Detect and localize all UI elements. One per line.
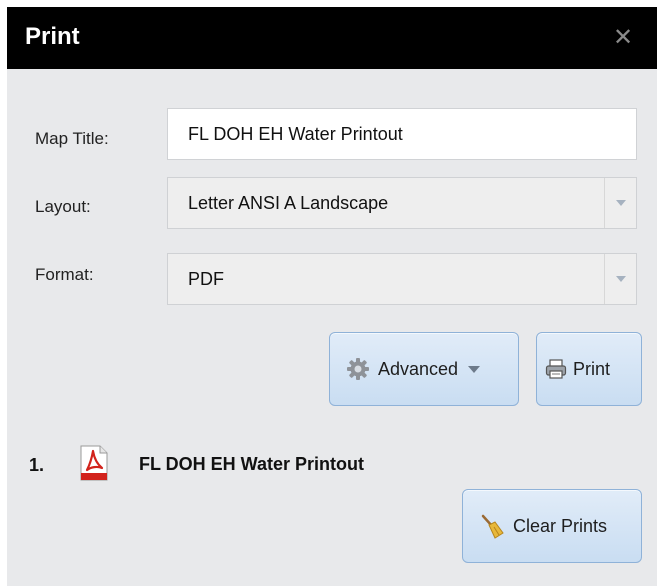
format-label: Format: [35, 265, 94, 284]
advanced-button-label: Advanced [378, 359, 459, 379]
clear-prints-button[interactable]: Clear Prints [462, 489, 642, 563]
printer-icon [545, 358, 567, 380]
print-button[interactable]: Print [536, 332, 642, 406]
map-title-value: FL DOH EH Water Printout [188, 124, 403, 144]
chevron-down-icon[interactable] [604, 178, 636, 228]
layout-selected-value: Letter ANSI A Landscape [188, 193, 389, 213]
dialog-title: Print [25, 23, 80, 50]
pdf-icon [79, 445, 109, 486]
format-select[interactable]: PDF [167, 253, 637, 305]
map-title-label: Map Title: [35, 129, 109, 148]
layout-label: Layout: [35, 197, 91, 216]
advanced-button[interactable]: Advanced [329, 332, 519, 406]
result-number: 1. [29, 455, 45, 475]
layout-select[interactable]: Letter ANSI A Landscape [167, 177, 637, 229]
format-selected-value: PDF [188, 269, 224, 289]
print-button-label: Print [573, 359, 611, 379]
clear-prints-button-label: Clear Prints [513, 516, 608, 536]
caret-down-icon [468, 360, 481, 378]
close-icon[interactable]: ✕ [609, 24, 637, 52]
dialog-titlebar: Print ✕ [7, 7, 657, 69]
map-title-input[interactable]: FL DOH EH Water Printout [167, 108, 637, 160]
gear-icon [346, 357, 370, 381]
chevron-down-icon[interactable] [604, 254, 636, 304]
print-dialog: Print ✕ Map Title: FL DOH EH Water Print… [7, 7, 657, 586]
print-result-link[interactable]: FL DOH EH Water Printout [139, 453, 364, 475]
broom-icon [479, 513, 505, 539]
